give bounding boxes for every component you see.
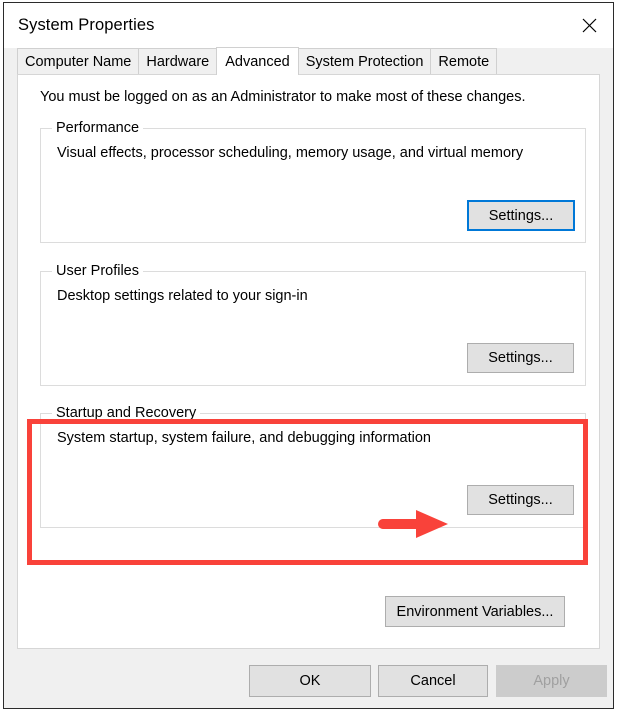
tab-advanced[interactable]: Advanced: [216, 47, 299, 75]
group-user-profiles-description: Desktop settings related to your sign-in: [57, 288, 308, 304]
title-bar: System Properties: [4, 3, 613, 48]
system-properties-dialog: System Properties Computer Name Hardware…: [3, 2, 614, 709]
dialog-footer: OK Cancel Apply: [4, 649, 613, 708]
group-performance: Performance Visual effects, processor sc…: [40, 120, 586, 243]
group-performance-legend: Performance: [52, 120, 144, 136]
tab-strip: Computer Name Hardware Advanced System P…: [17, 47, 613, 75]
group-startup-and-recovery: Startup and Recovery System startup, sys…: [40, 405, 586, 528]
apply-button: Apply: [496, 665, 607, 697]
window-title: System Properties: [18, 16, 155, 34]
group-performance-description: Visual effects, processor scheduling, me…: [57, 145, 524, 161]
group-startup-and-recovery-legend: Startup and Recovery: [52, 405, 201, 421]
tab-computer-name[interactable]: Computer Name: [17, 48, 140, 74]
tab-remote[interactable]: Remote: [430, 48, 498, 74]
group-user-profiles-legend: User Profiles: [52, 263, 143, 279]
ok-button[interactable]: OK: [249, 665, 371, 697]
tab-system-protection[interactable]: System Protection: [297, 48, 432, 74]
advanced-tab-panel: You must be logged on as an Administrato…: [17, 74, 600, 649]
tab-hardware[interactable]: Hardware: [138, 48, 218, 74]
group-startup-and-recovery-description: System startup, system failure, and debu…: [57, 430, 431, 446]
performance-settings-button[interactable]: Settings...: [467, 200, 575, 231]
startup-and-recovery-settings-button[interactable]: Settings...: [467, 485, 574, 515]
administrator-note: You must be logged on as an Administrato…: [40, 89, 526, 105]
close-icon[interactable]: [566, 3, 613, 47]
screenshot-root: System Properties Computer Name Hardware…: [0, 0, 617, 713]
group-user-profiles: User Profiles Desktop settings related t…: [40, 263, 586, 386]
user-profiles-settings-button[interactable]: Settings...: [467, 343, 574, 373]
cancel-button[interactable]: Cancel: [378, 665, 488, 697]
environment-variables-button[interactable]: Environment Variables...: [385, 596, 565, 627]
